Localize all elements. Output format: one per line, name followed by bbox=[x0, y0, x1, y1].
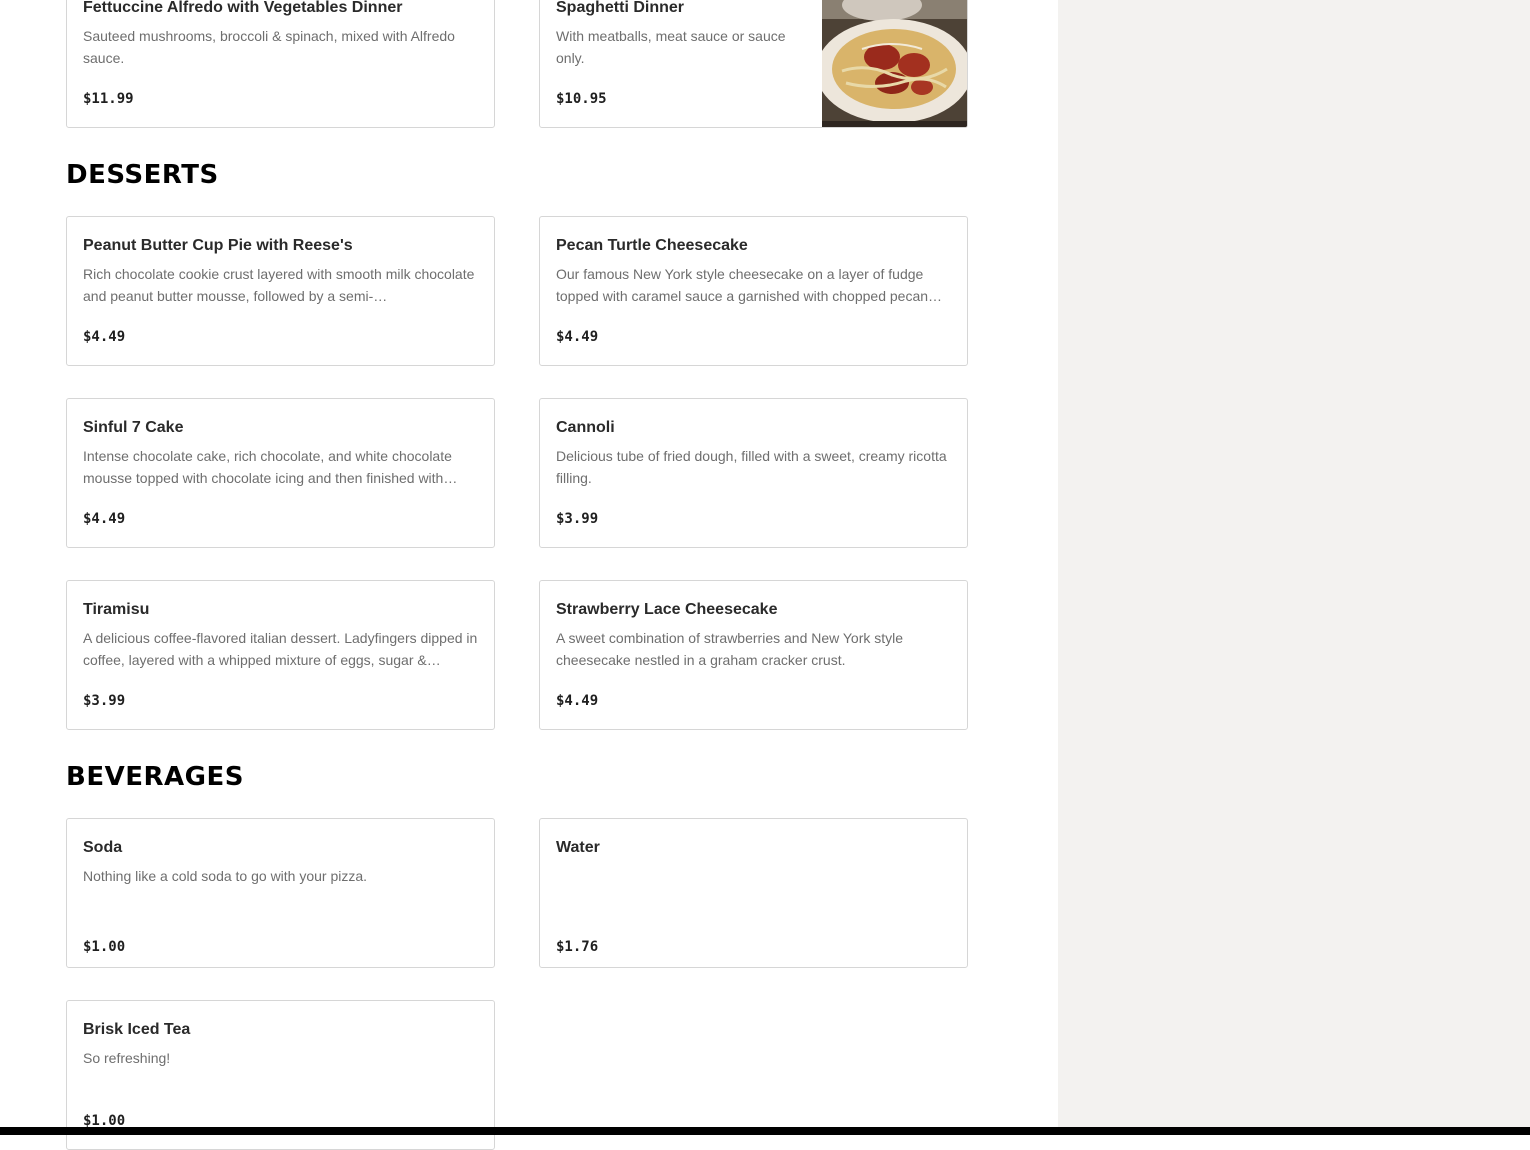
menu-item-price: $1.00 bbox=[83, 939, 126, 955]
menu-item-name: Cannoli bbox=[556, 419, 615, 436]
menu-item-price: $3.99 bbox=[556, 511, 599, 527]
menu-item-name: Pecan Turtle Cheesecake bbox=[556, 237, 748, 254]
menu-item-description: So refreshing! bbox=[83, 1050, 171, 1066]
menu-item-description: A delicious coffee-flavored italian dess… bbox=[83, 630, 478, 668]
menu-item-price: $10.95 bbox=[556, 91, 607, 107]
menu-item-name: Fettuccine Alfredo with Vegetables Dinne… bbox=[83, 0, 403, 16]
menu-item-card[interactable]: Cannoli Delicious tube of fried dough, f… bbox=[539, 398, 968, 548]
menu-item-name: Strawberry Lace Cheesecake bbox=[556, 601, 778, 618]
menu-item-description: Nothing like a cold soda to go with your… bbox=[83, 868, 368, 884]
menu-item-description: With meatballs, meat sauce or sauce only… bbox=[556, 28, 786, 66]
section-title-desserts: DESSERTS bbox=[66, 160, 219, 190]
bottom-bar bbox=[0, 1127, 1530, 1135]
menu-item-card[interactable]: Spaghetti Dinner With meatballs, meat sa… bbox=[539, 0, 968, 128]
menu-item-description: Rich chocolate cookie crust layered with… bbox=[83, 266, 475, 304]
menu-item-name: Sinful 7 Cake bbox=[83, 419, 184, 436]
menu-item-card[interactable]: Tiramisu A delicious coffee-flavored ita… bbox=[66, 580, 495, 730]
menu-item-price: $11.99 bbox=[83, 91, 134, 107]
menu-item-name: Brisk Iced Tea bbox=[83, 1021, 191, 1038]
menu-item-description: Delicious tube of fried dough, filled wi… bbox=[556, 448, 947, 486]
menu-item-name: Tiramisu bbox=[83, 601, 150, 618]
menu-item-name: Water bbox=[556, 839, 600, 856]
menu-item-name: Soda bbox=[83, 839, 123, 856]
menu-item-card[interactable]: Water $1.76 bbox=[539, 818, 968, 968]
menu-item-name: Spaghetti Dinner bbox=[556, 0, 685, 16]
menu-item-card[interactable]: Peanut Butter Cup Pie with Reese's Rich … bbox=[66, 216, 495, 366]
menu-item-price: $4.49 bbox=[556, 329, 599, 345]
menu-content: Fettuccine Alfredo with Vegetables Dinne… bbox=[0, 0, 1058, 1150]
spaghetti-photo bbox=[822, 0, 967, 127]
menu-item-price: $4.49 bbox=[83, 329, 126, 345]
menu-item-card[interactable]: Fettuccine Alfredo with Vegetables Dinne… bbox=[66, 0, 495, 128]
side-panel bbox=[1058, 0, 1530, 1135]
menu-item-name: Peanut Butter Cup Pie with Reese's bbox=[83, 237, 353, 254]
section-title-beverages: BEVERAGES bbox=[66, 762, 244, 792]
menu-item-description: Our famous New York style cheesecake on … bbox=[556, 266, 943, 304]
menu-item-card[interactable]: Strawberry Lace Cheesecake A sweet combi… bbox=[539, 580, 968, 730]
menu-item-price: $4.49 bbox=[556, 693, 599, 709]
menu-item-description: Sauteed mushrooms, broccoli & spinach, m… bbox=[83, 28, 455, 66]
menu-item-price: $4.49 bbox=[83, 511, 126, 527]
menu-item-price: $3.99 bbox=[83, 693, 126, 709]
spaghetti-photo-icon bbox=[822, 0, 967, 127]
menu-item-description: A sweet combination of strawberries and … bbox=[556, 630, 904, 668]
menu-item-card[interactable]: Sinful 7 Cake Intense chocolate cake, ri… bbox=[66, 398, 495, 548]
menu-item-description: Intense chocolate cake, rich chocolate, … bbox=[83, 448, 458, 486]
menu-item-card[interactable]: Pecan Turtle Cheesecake Our famous New Y… bbox=[539, 216, 968, 366]
menu-item-card[interactable]: Soda Nothing like a cold soda to go with… bbox=[66, 818, 495, 968]
menu-item-price: $1.76 bbox=[556, 939, 599, 955]
